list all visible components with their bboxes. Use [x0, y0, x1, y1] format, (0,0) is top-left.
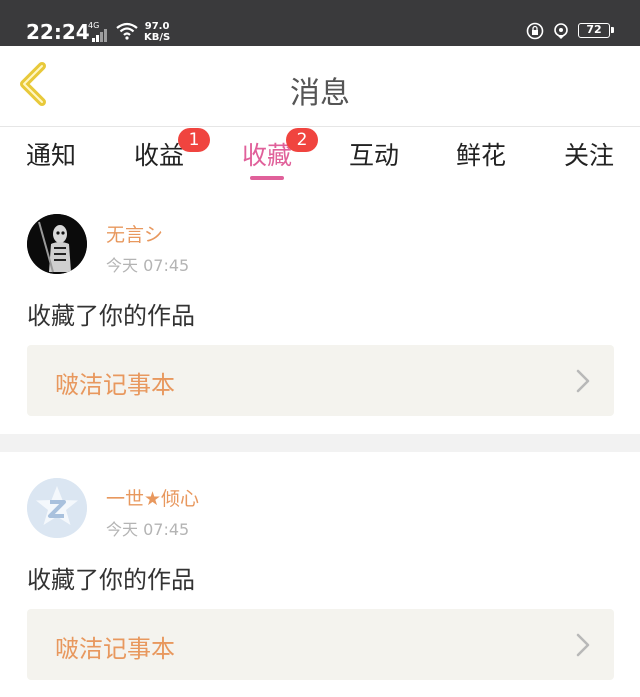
- avatar-image: [27, 214, 87, 274]
- speed-unit: KB/S: [144, 32, 171, 43]
- status-time: 22:24: [26, 20, 90, 44]
- avatar[interactable]: [27, 478, 87, 538]
- chevron-right-icon: [576, 633, 590, 657]
- tab-notifications[interactable]: 通知: [6, 136, 96, 172]
- tab-label: 通知: [25, 141, 76, 170]
- tab-label: 收益: [133, 141, 184, 170]
- speed-value: 97.0: [144, 21, 170, 32]
- tab-bar: 通知 收益 1 收藏 2 互动 鲜花 关注: [0, 126, 640, 188]
- username[interactable]: 一世★倾心: [106, 484, 199, 511]
- lock-rotation-icon: [526, 22, 544, 40]
- network-speed: 97.0 KB/S: [144, 21, 170, 43]
- tab-follows[interactable]: 关注: [544, 136, 634, 172]
- header: 消息: [0, 46, 640, 127]
- tab-label: 关注: [563, 141, 614, 170]
- work-card[interactable]: 啵洁记事本: [27, 609, 614, 680]
- unread-badge: 1: [178, 128, 210, 152]
- avatar[interactable]: [27, 214, 87, 274]
- wifi-icon: [116, 22, 138, 40]
- status-bar: 22:24 4G 97.0 KB/S 72: [0, 0, 640, 46]
- tab-label: 收藏: [241, 141, 292, 170]
- chevron-right-icon: [576, 369, 590, 393]
- tab-label: 鲜花: [455, 141, 506, 170]
- default-avatar-icon: [27, 478, 87, 538]
- username[interactable]: 无言シ: [106, 220, 163, 247]
- work-title: 啵洁记事本: [55, 371, 175, 399]
- timestamp: 今天 07:45: [106, 256, 190, 275]
- tab-interactions[interactable]: 互动: [329, 136, 419, 172]
- battery-icon: 72: [578, 23, 614, 38]
- active-tab-indicator: [250, 176, 284, 180]
- work-title: 啵洁记事本: [55, 635, 175, 663]
- unread-badge: 2: [286, 128, 318, 152]
- action-text: 收藏了你的作品: [27, 566, 195, 594]
- work-card[interactable]: 啵洁记事本: [27, 345, 614, 416]
- location-icon: [554, 23, 568, 39]
- tab-flowers[interactable]: 鲜花: [436, 136, 526, 172]
- message-item: 一世★倾心 今天 07:45 收藏了你的作品 啵洁记事本: [0, 452, 640, 697]
- page-title: 消息: [290, 76, 350, 111]
- tab-favorites[interactable]: 收藏 2: [222, 128, 318, 172]
- message-item: 无言シ 今天 07:45 收藏了你的作品 啵洁记事本: [0, 188, 640, 434]
- tab-label: 互动: [348, 141, 399, 170]
- timestamp: 今天 07:45: [106, 520, 190, 539]
- action-text: 收藏了你的作品: [27, 302, 195, 330]
- signal-icon: [92, 28, 110, 42]
- section-divider: [0, 434, 640, 452]
- tab-earnings[interactable]: 收益 1: [114, 128, 210, 172]
